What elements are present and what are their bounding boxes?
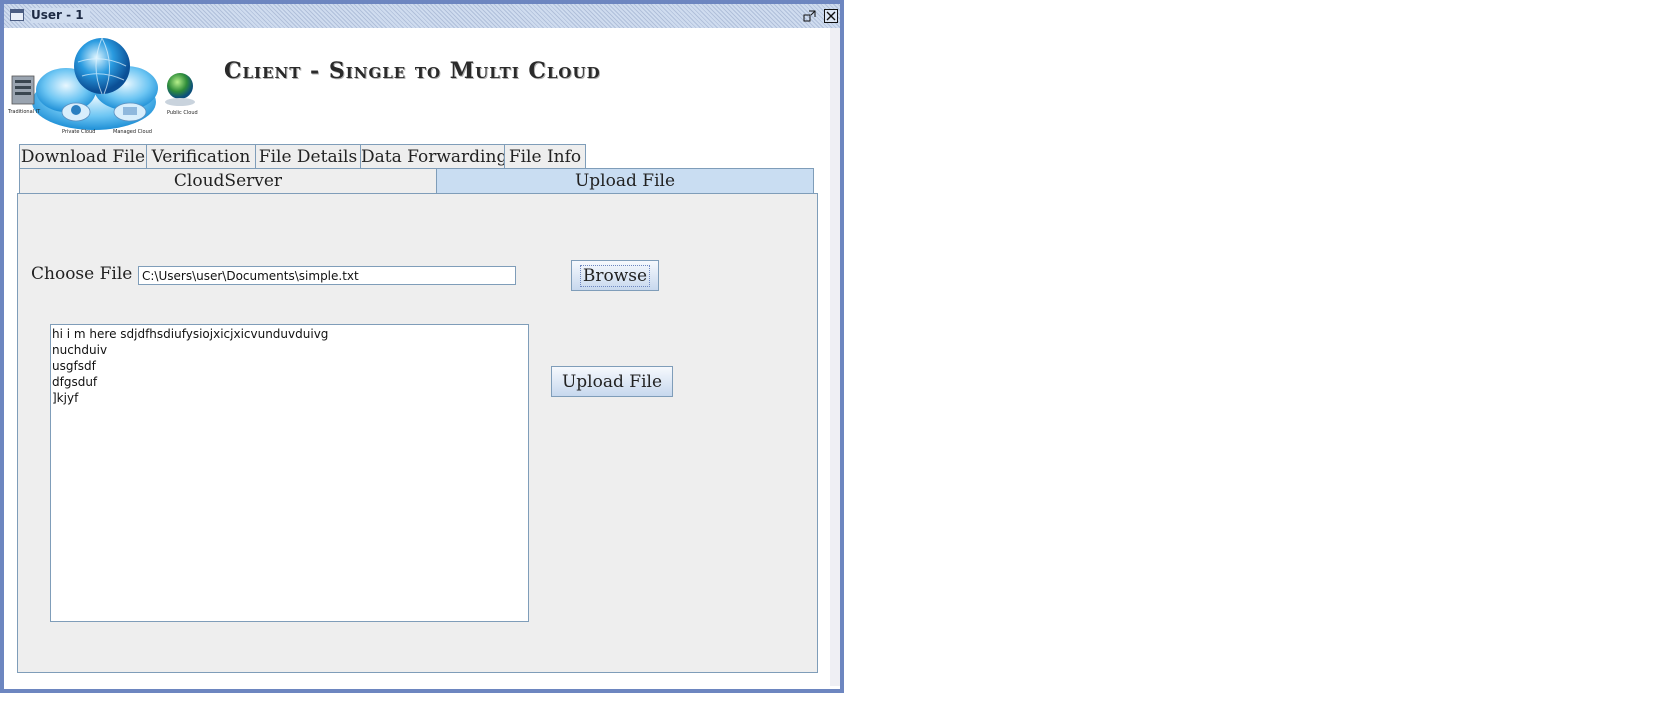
title-bar[interactable]: User - 1 <box>4 4 840 28</box>
upload-file-button[interactable]: Upload File <box>551 366 673 397</box>
window-icon <box>10 9 24 21</box>
logo-label-private: Private Cloud <box>62 129 95 135</box>
window-content: Traditional IT Private Cloud Managed Clo… <box>4 28 830 686</box>
file-content-textarea[interactable]: hi i m here sdjdfhsdiufysiojxicjxicvundu… <box>50 324 529 622</box>
tab-verification[interactable]: Verification <box>146 144 256 169</box>
tab-cloudserver[interactable]: CloudServer <box>19 168 437 193</box>
app-title: Client - Single to Multi Cloud <box>224 58 601 84</box>
restore-icon-glyph <box>803 10 816 22</box>
choose-file-label: Choose File <box>31 264 133 284</box>
application-window: User - 1 Traditional IT Private Cloud Ma… <box>0 0 844 693</box>
browse-button[interactable]: Browse <box>571 260 659 291</box>
window-right-gutter <box>830 28 840 686</box>
tab-download-file[interactable]: Download File <box>19 144 147 169</box>
cloud-logo-icon: Traditional IT Private Cloud Managed Clo… <box>7 37 198 135</box>
tab-data-forwarding[interactable]: Data Forwarding <box>360 144 507 169</box>
window-title: User - 1 <box>31 8 90 23</box>
file-path-input[interactable] <box>138 266 516 285</box>
logo-label-public: Public Cloud <box>167 110 198 116</box>
logo-label-managed: Managed Cloud <box>113 129 152 135</box>
tab-file-details[interactable]: File Details <box>255 144 361 169</box>
restore-icon[interactable] <box>803 9 817 23</box>
upload-file-panel: Choose File Browse hi i m here sdjdfhsdi… <box>17 193 818 673</box>
logo-label-traditional: Traditional IT <box>7 109 41 115</box>
close-icon[interactable] <box>824 9 838 23</box>
browse-button-label: Browse <box>579 264 651 287</box>
tab-upload-file[interactable]: Upload File <box>436 168 814 193</box>
close-icon-glyph <box>826 11 836 21</box>
tab-file-info[interactable]: File Info <box>504 144 586 169</box>
